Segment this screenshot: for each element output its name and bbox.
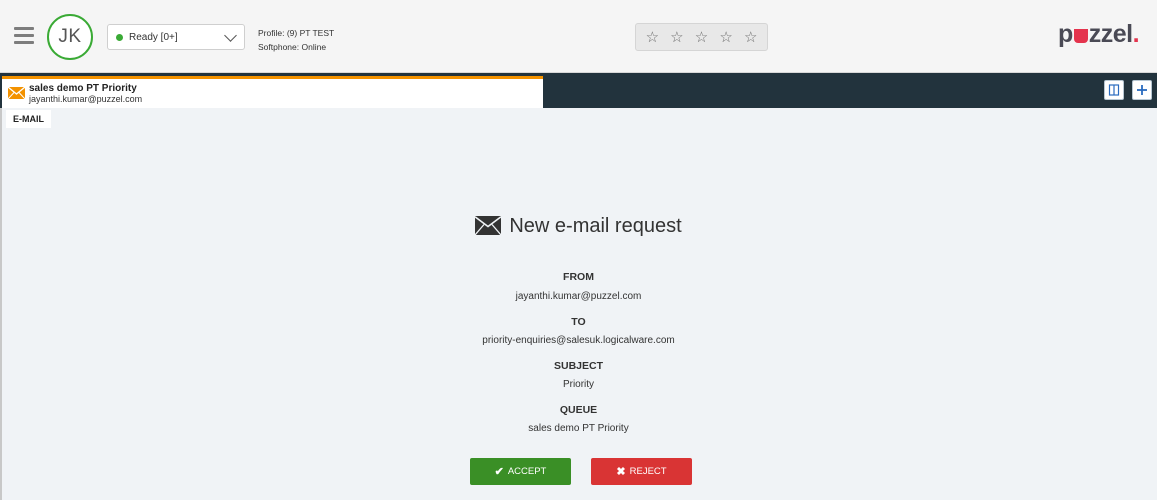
reject-button[interactable]: ✖ REJECT (591, 458, 692, 485)
tab-title: sales demo PT Priority (29, 83, 137, 94)
star-icon[interactable]: ☆ (670, 30, 683, 45)
subject-label: SUBJECT (553, 360, 603, 372)
tab-email-request[interactable]: sales demo PT Priority jayanthi.kumar@pu… (2, 76, 543, 108)
star-icon[interactable]: ☆ (695, 30, 708, 45)
check-icon: ✔ (494, 466, 504, 478)
profile-text: Profile: (9) PT TEST (258, 28, 335, 38)
from-value: jayanthi.kumar@puzzel.com (515, 291, 642, 302)
top-bar: JK Ready [0+] Profile: (9) PT TEST Softp… (0, 0, 1157, 73)
avatar[interactable]: JK (47, 14, 93, 60)
star-icon[interactable]: ☆ (646, 30, 659, 45)
close-icon: ✖ (616, 466, 626, 478)
split-view-button[interactable] (1104, 80, 1124, 100)
plus-icon (1137, 85, 1147, 95)
add-tab-button[interactable] (1132, 80, 1152, 100)
softphone-status: Softphone: Online (258, 42, 327, 52)
status-dropdown[interactable]: Ready [0+] (107, 24, 245, 50)
menu-icon[interactable] (14, 27, 34, 45)
to-label: TO (571, 316, 586, 328)
reject-label: REJECT (629, 466, 667, 477)
left-edge (0, 73, 2, 500)
star-rating: ☆ ☆ ☆ ☆ ☆ (635, 23, 768, 51)
star-icon[interactable]: ☆ (719, 30, 732, 45)
tab-subtitle: jayanthi.kumar@puzzel.com (29, 94, 143, 104)
channel-label: E-MAIL (6, 110, 51, 128)
envelope-icon (8, 87, 25, 99)
puzzel-logo: p zzel. (1058, 20, 1140, 48)
to-value: priority-enquiries@salesuk.logicalware.c… (482, 335, 675, 346)
request-title: New e-mail request (0, 215, 1157, 241)
request-title-text: New e-mail request (509, 215, 682, 237)
accept-button[interactable]: ✔ ACCEPT (470, 458, 571, 485)
chevron-down-icon (224, 29, 237, 42)
profile-info: Profile: (9) PT TEST Softphone: Online (258, 26, 334, 54)
split-view-icon (1108, 84, 1120, 96)
queue-label: QUEUE (559, 404, 598, 416)
queue-value: sales demo PT Priority (528, 423, 629, 434)
subject-value: Priority (562, 379, 595, 390)
status-label: Ready [0+] (129, 32, 178, 43)
accept-label: ACCEPT (507, 466, 547, 477)
star-icon[interactable]: ☆ (744, 30, 757, 45)
status-dot-icon (116, 34, 123, 41)
envelope-icon (474, 216, 502, 241)
from-label: FROM (563, 271, 594, 283)
